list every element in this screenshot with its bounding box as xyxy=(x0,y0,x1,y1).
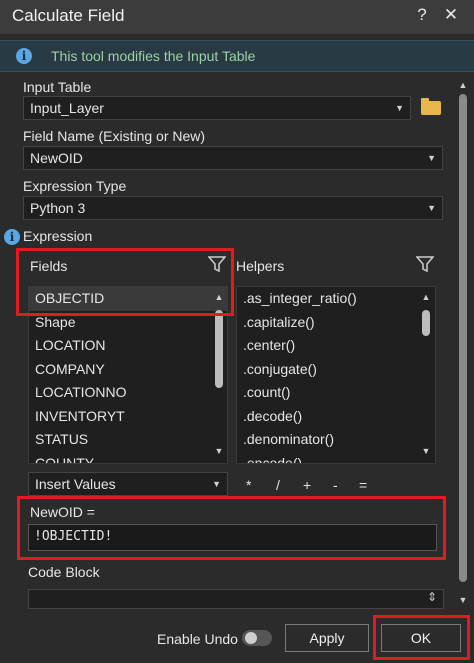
input-table-value: Input_Layer xyxy=(30,100,104,116)
toggle-knob xyxy=(245,632,257,644)
minus-operator-button[interactable]: - xyxy=(333,477,338,493)
info-bar: i This tool modifies the Input Table xyxy=(0,40,474,72)
list-item[interactable]: COUNTY xyxy=(29,452,227,464)
enable-undo-toggle[interactable] xyxy=(242,630,272,646)
fields-highlight-box xyxy=(16,248,234,316)
list-item[interactable]: INVENTORYT xyxy=(29,405,227,429)
list-item[interactable]: .conjugate() xyxy=(237,358,435,382)
divide-operator-button[interactable]: / xyxy=(276,477,280,493)
enable-undo-label: Enable Undo xyxy=(157,631,238,647)
list-item[interactable]: .decode() xyxy=(237,405,435,429)
list-item[interactable]: .denominator() xyxy=(237,428,435,452)
list-item[interactable]: .encode() xyxy=(237,452,435,464)
expression-type-label: Expression Type xyxy=(23,178,127,194)
chevron-down-icon: ▼ xyxy=(395,103,404,113)
helpers-filter-icon[interactable] xyxy=(416,255,434,273)
code-block-input[interactable]: ⇕ xyxy=(28,589,444,609)
list-item[interactable]: LOCATION xyxy=(29,334,227,358)
folder-icon[interactable] xyxy=(421,98,441,115)
field-name-label: Field Name (Existing or New) xyxy=(23,128,206,144)
info-message: This tool modifies the Input Table xyxy=(51,48,256,64)
expression-label: Expression xyxy=(23,228,93,244)
helpers-label: Helpers xyxy=(236,258,285,274)
code-block-label: Code Block xyxy=(28,564,100,580)
chevron-down-icon: ▼ xyxy=(427,153,436,163)
plus-operator-button[interactable]: + xyxy=(303,477,311,493)
helpers-scroll-down-icon[interactable]: ▼ xyxy=(419,446,433,456)
helpers-list[interactable]: .as_integer_ratio() .capitalize() .cente… xyxy=(236,286,436,464)
expression-highlight-box xyxy=(17,496,446,560)
field-name-value: NewOID xyxy=(30,150,83,166)
scroll-down-arrow-icon[interactable]: ▼ xyxy=(456,595,470,605)
title-bar: Calculate Field ? ✕ xyxy=(0,0,474,34)
list-item[interactable]: .capitalize() xyxy=(237,311,435,335)
window-title: Calculate Field xyxy=(12,6,125,25)
list-item[interactable]: .center() xyxy=(237,334,435,358)
resize-icon[interactable]: ⇕ xyxy=(427,590,437,604)
fields-scroll-thumb[interactable] xyxy=(215,310,223,388)
insert-values-dropdown[interactable]: Insert Values ▼ xyxy=(28,472,228,496)
multiply-operator-button[interactable]: * xyxy=(246,477,251,493)
field-name-dropdown[interactable]: NewOID ▼ xyxy=(23,146,443,170)
info-icon: i xyxy=(16,48,32,64)
list-item[interactable]: STATUS xyxy=(29,428,227,452)
helpers-scroll-thumb[interactable] xyxy=(422,310,430,336)
fields-scroll-down-icon[interactable]: ▼ xyxy=(212,446,226,456)
close-icon[interactable]: ✕ xyxy=(440,5,462,25)
apply-button[interactable]: Apply xyxy=(285,624,369,652)
list-item[interactable]: .count() xyxy=(237,381,435,405)
ok-highlight-box xyxy=(373,615,470,660)
expression-type-dropdown[interactable]: Python 3 ▼ xyxy=(23,196,443,220)
equals-operator-button[interactable]: = xyxy=(359,477,367,493)
chevron-down-icon: ▼ xyxy=(212,479,221,489)
chevron-down-icon: ▼ xyxy=(427,203,436,213)
panel-scroll-thumb[interactable] xyxy=(459,94,467,582)
list-item[interactable]: .as_integer_ratio() xyxy=(237,287,435,311)
input-table-label: Input Table xyxy=(23,79,92,95)
help-icon[interactable]: ? xyxy=(411,5,433,25)
expression-info-icon[interactable]: i xyxy=(4,229,20,245)
input-table-dropdown[interactable]: Input_Layer ▼ xyxy=(23,96,411,120)
expression-type-value: Python 3 xyxy=(30,200,86,216)
list-item[interactable]: LOCATIONNO xyxy=(29,381,227,405)
insert-values-label: Insert Values xyxy=(35,476,116,492)
panel-scrollbar[interactable]: ▲ ▼ xyxy=(457,80,469,610)
list-item[interactable]: COMPANY xyxy=(29,358,227,382)
helpers-scroll-up-icon[interactable]: ▲ xyxy=(419,292,433,302)
scroll-up-arrow-icon[interactable]: ▲ xyxy=(456,80,470,90)
